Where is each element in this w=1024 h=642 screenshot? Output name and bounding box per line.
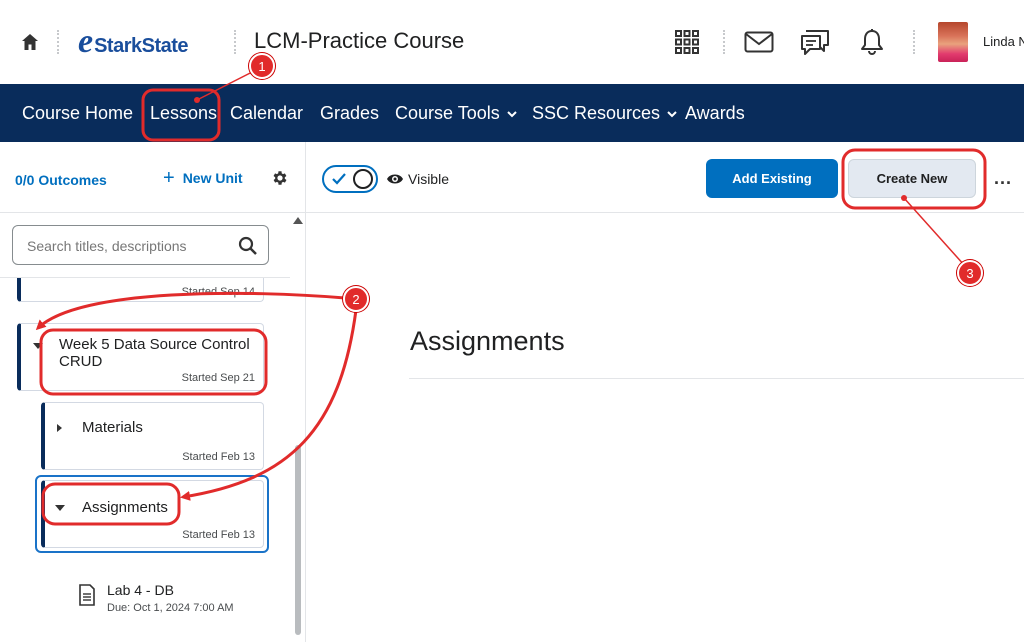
more-options-icon[interactable]: ... — [994, 168, 1012, 189]
nav-course-tools-label: Course Tools — [395, 103, 500, 123]
nav-lessons[interactable]: Lessons — [150, 103, 217, 124]
visibility-label: Visible — [408, 171, 449, 187]
lessons-sidebar: 0/0 Outcomes + New Unit Search titles, d… — [0, 142, 306, 642]
outcomes-link[interactable]: 0/0 Outcomes — [15, 172, 107, 188]
scroll-up-arrow[interactable] — [293, 217, 303, 224]
unit-title: Week 5 Data Source Control CRUD — [59, 336, 250, 370]
search-input[interactable]: Search titles, descriptions — [12, 225, 269, 265]
search-placeholder: Search titles, descriptions — [27, 238, 187, 254]
nav-awards[interactable]: Awards — [685, 103, 745, 124]
expand-arrow-icon[interactable] — [57, 424, 62, 432]
scrollbar[interactable] — [295, 445, 301, 635]
separator — [234, 30, 236, 54]
course-title[interactable]: LCM-Practice Course — [254, 28, 464, 54]
nav-grades[interactable]: Grades — [320, 103, 379, 124]
nav-ssc-resources-label: SSC Resources — [532, 103, 661, 123]
new-unit-button[interactable]: + New Unit — [163, 167, 243, 189]
chevron-down-icon — [667, 110, 677, 117]
nav-ssc-resources[interactable]: SSC Resources — [532, 103, 677, 124]
lesson-started: Started Feb 13 — [182, 529, 255, 541]
bell-icon[interactable] — [857, 28, 887, 56]
avatar[interactable] — [938, 22, 968, 62]
lesson-title: Assignments — [82, 499, 168, 516]
page-title: Assignments — [410, 326, 565, 356]
connector-3 — [903, 197, 966, 267]
document-icon — [79, 584, 95, 606]
collapse-arrow-icon[interactable] — [55, 505, 65, 511]
home-icon[interactable] — [20, 32, 40, 52]
separator — [913, 30, 915, 54]
gear-icon[interactable] — [271, 169, 289, 187]
lesson-started: Started Feb 13 — [182, 451, 255, 463]
chat-icon[interactable] — [800, 28, 830, 56]
user-name[interactable]: Linda N — [983, 34, 1024, 49]
create-new-button[interactable]: Create New — [848, 159, 976, 198]
nav-calendar[interactable]: Calendar — [230, 103, 303, 124]
mail-icon[interactable] — [744, 28, 774, 56]
eye-icon — [387, 174, 403, 184]
logo-letter: e — [78, 23, 94, 60]
unit-card[interactable]: Started Sep 14 — [17, 278, 264, 302]
unit-card-week-5[interactable]: Week 5 Data Source Control CRUD Started … — [17, 323, 264, 391]
chevron-down-icon — [507, 110, 517, 117]
check-icon — [332, 173, 346, 185]
separator — [723, 30, 725, 54]
stark-state-logo[interactable]: e StarkState — [78, 22, 189, 62]
lesson-card-assignments[interactable]: Assignments Started Feb 13 — [41, 480, 264, 548]
lesson-card-materials[interactable]: Materials Started Feb 13 — [41, 402, 264, 470]
unit-started: Started Sep 14 — [181, 286, 255, 298]
logo-text: StarkState — [94, 34, 189, 57]
topic-title: Lab 4 - DB — [107, 582, 174, 598]
plus-icon: + — [163, 167, 175, 189]
annotation-badge-2: 2 — [343, 286, 369, 312]
search-icon[interactable] — [238, 236, 258, 256]
divider — [409, 378, 1024, 379]
collapse-arrow-icon[interactable] — [33, 343, 43, 349]
annotation-badge-1: 1 — [249, 53, 275, 79]
app-grid-icon[interactable] — [672, 28, 702, 56]
topic-due: Due: Oct 1, 2024 7:00 AM — [107, 602, 234, 614]
nav-course-home[interactable]: Course Home — [22, 103, 133, 124]
top-bar: e StarkState LCM-Practice Course Linda N — [0, 0, 1024, 84]
annotation-badge-3: 3 — [957, 260, 983, 286]
unit-started: Started Sep 21 — [181, 372, 255, 384]
visibility-toggle[interactable] — [322, 165, 378, 193]
divider — [0, 212, 306, 213]
course-navbar: Course Home Lessons Calendar Grades Cour… — [0, 84, 1024, 142]
new-unit-label: New Unit — [182, 170, 243, 186]
toggle-knob — [353, 169, 373, 189]
divider — [306, 212, 1024, 213]
nav-course-tools[interactable]: Course Tools — [395, 103, 517, 124]
separator — [57, 30, 59, 54]
lesson-title: Materials — [82, 419, 143, 436]
add-existing-button[interactable]: Add Existing — [706, 159, 838, 198]
